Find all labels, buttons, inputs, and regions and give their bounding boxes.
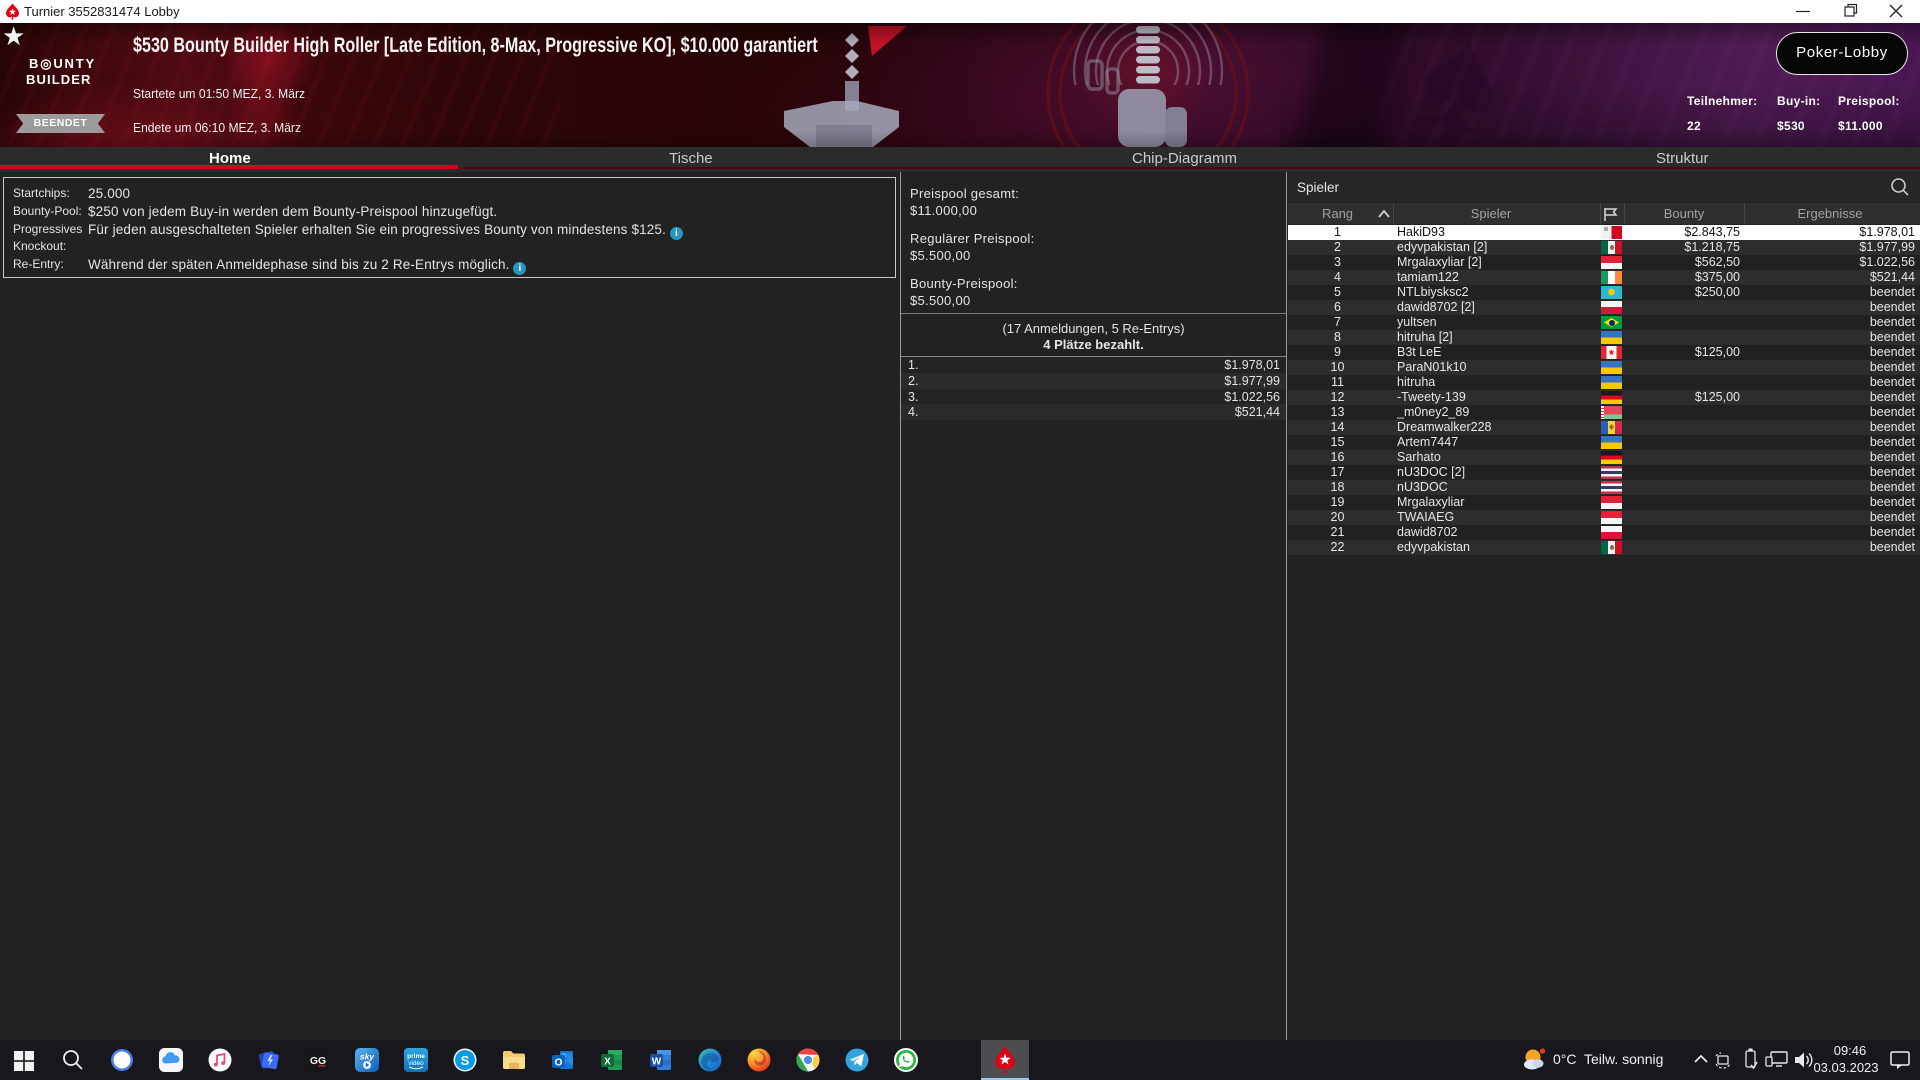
svg-text:O: O (555, 1057, 563, 1068)
svg-text:W: W (652, 1056, 662, 1067)
svg-text:prime: prime (407, 1053, 425, 1060)
svg-text:X: X (604, 1056, 611, 1067)
svg-text:S: S (461, 1053, 470, 1068)
svg-text:video: video (408, 1060, 424, 1067)
svg-text:sky: sky (360, 1052, 375, 1062)
